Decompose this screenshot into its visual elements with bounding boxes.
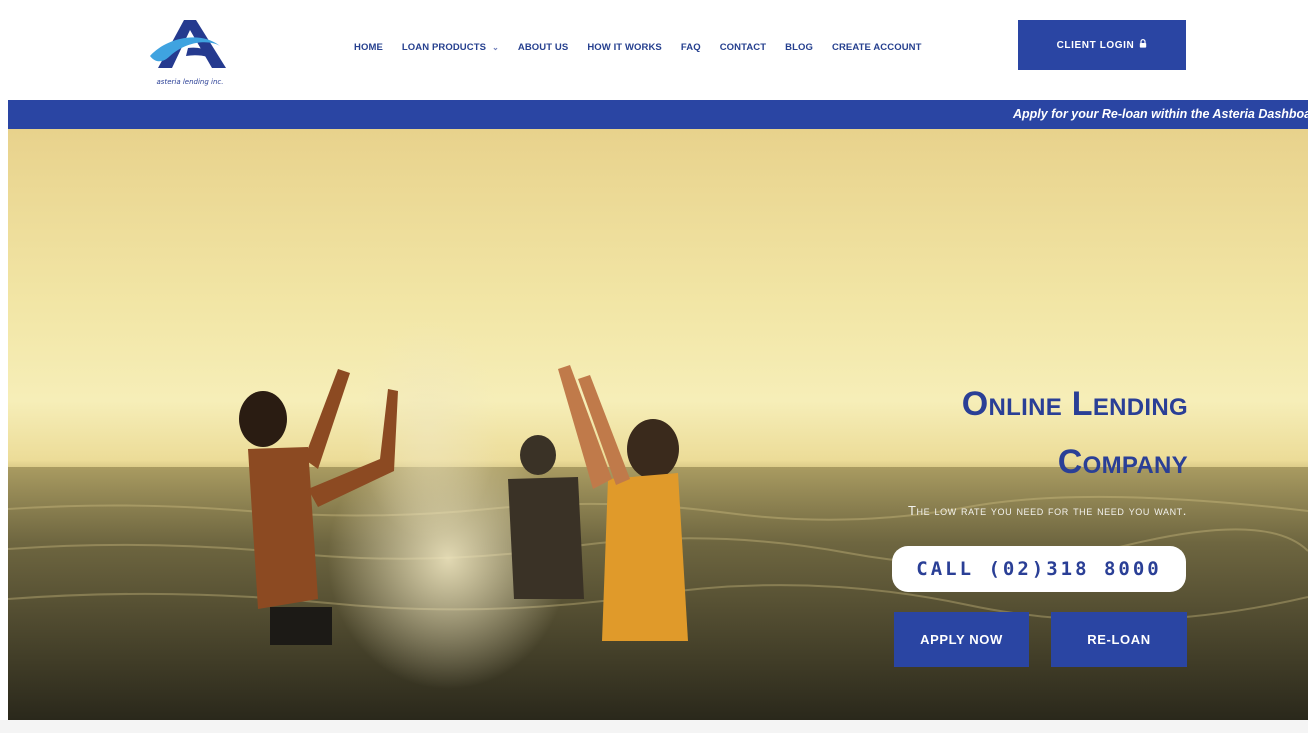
nav-faq[interactable]: FAQ [681, 42, 701, 53]
hero-title-line-2: Company [1057, 443, 1188, 481]
nav-home-label: HOME [354, 41, 383, 53]
nav-contact[interactable]: CONTACT [720, 42, 766, 53]
client-login-button[interactable]: CLIENT LOGIN [1018, 20, 1186, 70]
hero-banner: Online Lending Company The low rate you … [8, 129, 1308, 720]
announcement-ticker: Apply for your Re-loan within the Asteri… [8, 100, 1308, 129]
nav-how-it-works-label: HOW IT WORKS [587, 41, 662, 53]
nav-blog[interactable]: BLOG [785, 42, 813, 53]
page-bottom-edge [0, 720, 1308, 733]
nav-blog-label: BLOG [785, 41, 813, 53]
hero-tagline: The low rate you need for the need you w… [908, 503, 1187, 518]
logo-text: asteria lending inc. [156, 78, 224, 86]
nav-loan-products[interactable]: LOAN PRODUCTS ⌄ [402, 42, 499, 53]
apply-now-button[interactable]: APPLY NOW [894, 612, 1029, 667]
nav-about-us[interactable]: ABOUT US [518, 42, 568, 53]
lock-icon [1139, 39, 1147, 51]
nav-about-us-label: ABOUT US [517, 41, 569, 53]
chevron-down-icon: ⌄ [492, 42, 499, 52]
nav-loan-products-label: LOAN PRODUCTS [401, 41, 487, 53]
hero-title-line-1: Online Lending [961, 385, 1188, 423]
logo-mark-icon [150, 20, 226, 68]
client-login-label: CLIENT LOGIN [1056, 39, 1135, 51]
site-header: asteria lending inc. HOME LOAN PRODUCTS ⌄… [0, 0, 1308, 100]
nav-home[interactable]: HOME [354, 42, 383, 53]
main-nav: HOME LOAN PRODUCTS ⌄ ABOUT US HOW IT WORK… [354, 38, 941, 56]
call-phone-button[interactable]: CALL (02)318 8000 [892, 546, 1186, 592]
re-loan-button[interactable]: RE-LOAN [1051, 612, 1187, 667]
nav-how-it-works[interactable]: HOW IT WORKS [587, 42, 662, 53]
hero-title: Online Lending Company [962, 375, 1188, 491]
asteria-logo[interactable]: asteria lending inc. [140, 12, 240, 88]
nav-create-account-label: CREATE ACCOUNT [832, 41, 922, 53]
ticker-text: Apply for your Re-loan within the Asteri… [1012, 107, 1308, 121]
nav-create-account[interactable]: CREATE ACCOUNT [832, 42, 922, 53]
nav-contact-label: CONTACT [719, 41, 767, 53]
nav-faq-label: FAQ [680, 41, 701, 53]
